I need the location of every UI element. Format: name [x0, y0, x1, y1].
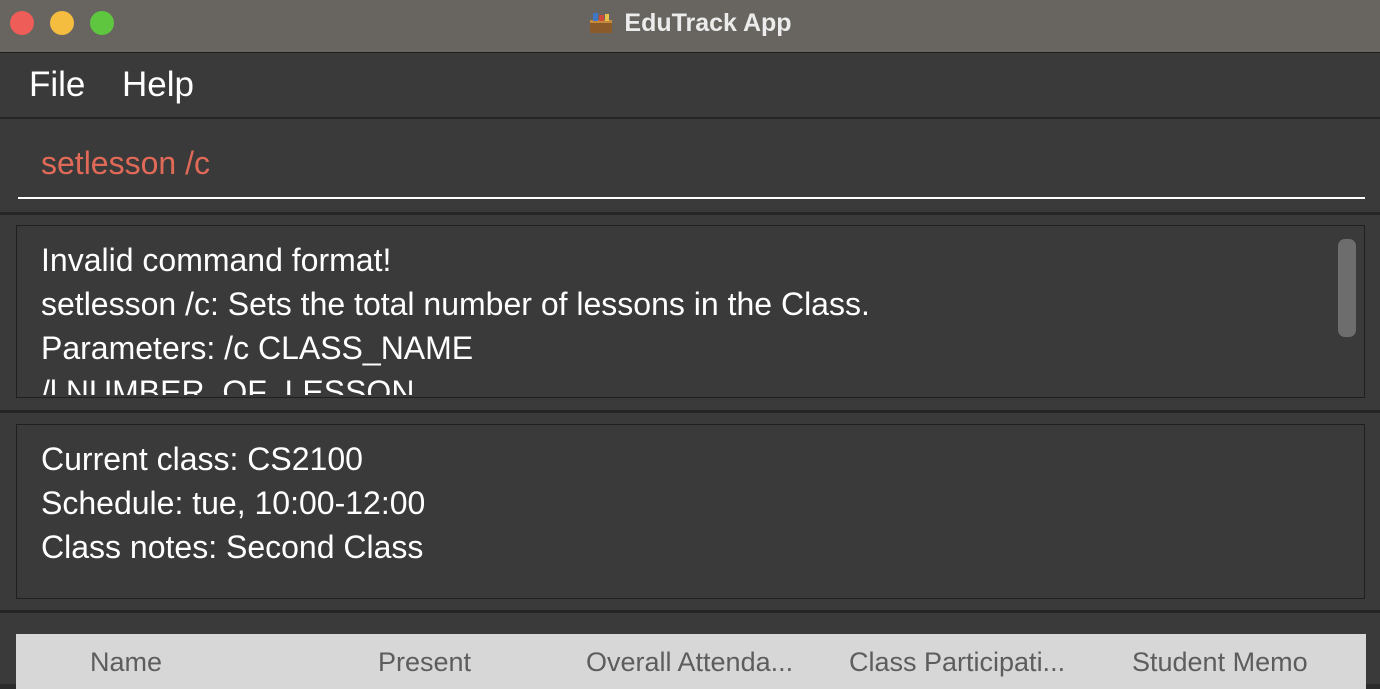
- class-info-line: Schedule: tue, 10:00-12:00: [41, 485, 426, 521]
- column-header-class-participation[interactable]: Class Participati...: [849, 647, 1065, 678]
- title-bar: EduTrack App: [0, 0, 1380, 53]
- result-display: Invalid command format! setlesson /c: Se…: [16, 225, 1365, 398]
- class-info-line: Class notes: Second Class: [41, 529, 424, 565]
- result-line: /l NUMBER_OF_LESSON: [41, 374, 415, 395]
- result-text: Invalid command format! setlesson /c: Se…: [41, 238, 1321, 395]
- class-info-line: Current class: CS2100: [41, 441, 363, 477]
- result-panel: Invalid command format! setlesson /c: Se…: [0, 215, 1380, 413]
- books-icon: [588, 12, 614, 34]
- student-table: Name Present Overall Attenda... Class Pa…: [0, 613, 1380, 689]
- result-line: setlesson /c: Sets the total number of l…: [41, 286, 870, 322]
- class-info-display: Current class: CS2100 Schedule: tue, 10:…: [16, 424, 1365, 599]
- column-header-name[interactable]: Name: [90, 647, 162, 678]
- menu-help[interactable]: Help: [122, 65, 194, 105]
- result-line: Invalid command format!: [41, 242, 392, 278]
- column-header-overall-attendance[interactable]: Overall Attenda...: [586, 647, 793, 678]
- command-input[interactable]: setlesson /c: [18, 137, 1365, 199]
- result-scrollbar[interactable]: [1338, 239, 1356, 337]
- class-info-panel: Current class: CS2100 Schedule: tue, 10:…: [0, 413, 1380, 613]
- menu-file[interactable]: File: [29, 65, 85, 105]
- result-line: Parameters: /c CLASS_NAME: [41, 330, 474, 366]
- column-header-present[interactable]: Present: [378, 647, 471, 678]
- command-panel: setlesson /c: [0, 119, 1380, 215]
- table-header: Name Present Overall Attenda... Class Pa…: [16, 634, 1366, 689]
- column-header-student-memo[interactable]: Student Memo: [1132, 647, 1308, 678]
- window-title: EduTrack App: [624, 8, 792, 37]
- menu-bar: File Help: [0, 53, 1380, 119]
- class-info-text: Current class: CS2100 Schedule: tue, 10:…: [41, 437, 425, 569]
- window-title-group: EduTrack App: [0, 0, 1380, 46]
